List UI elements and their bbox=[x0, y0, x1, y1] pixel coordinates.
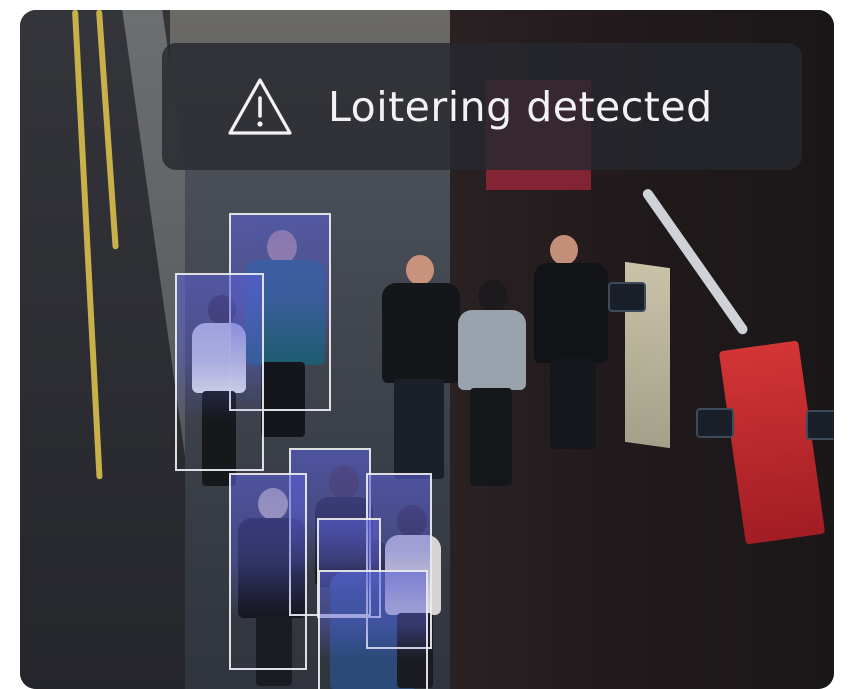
person bbox=[378, 255, 468, 485]
person bbox=[530, 235, 615, 455]
detection-box bbox=[229, 473, 307, 670]
loitering-alert-banner: Loitering detected bbox=[162, 43, 802, 170]
person bbox=[456, 280, 531, 490]
camera-feed-card: Loitering detected bbox=[20, 10, 834, 689]
detection-box bbox=[318, 570, 428, 689]
warning-triangle-icon bbox=[228, 77, 292, 135]
alert-message: Loitering detected bbox=[328, 82, 713, 131]
wall-lamp bbox=[806, 410, 834, 440]
detection-box bbox=[175, 273, 264, 471]
wall-lamp bbox=[696, 408, 734, 438]
